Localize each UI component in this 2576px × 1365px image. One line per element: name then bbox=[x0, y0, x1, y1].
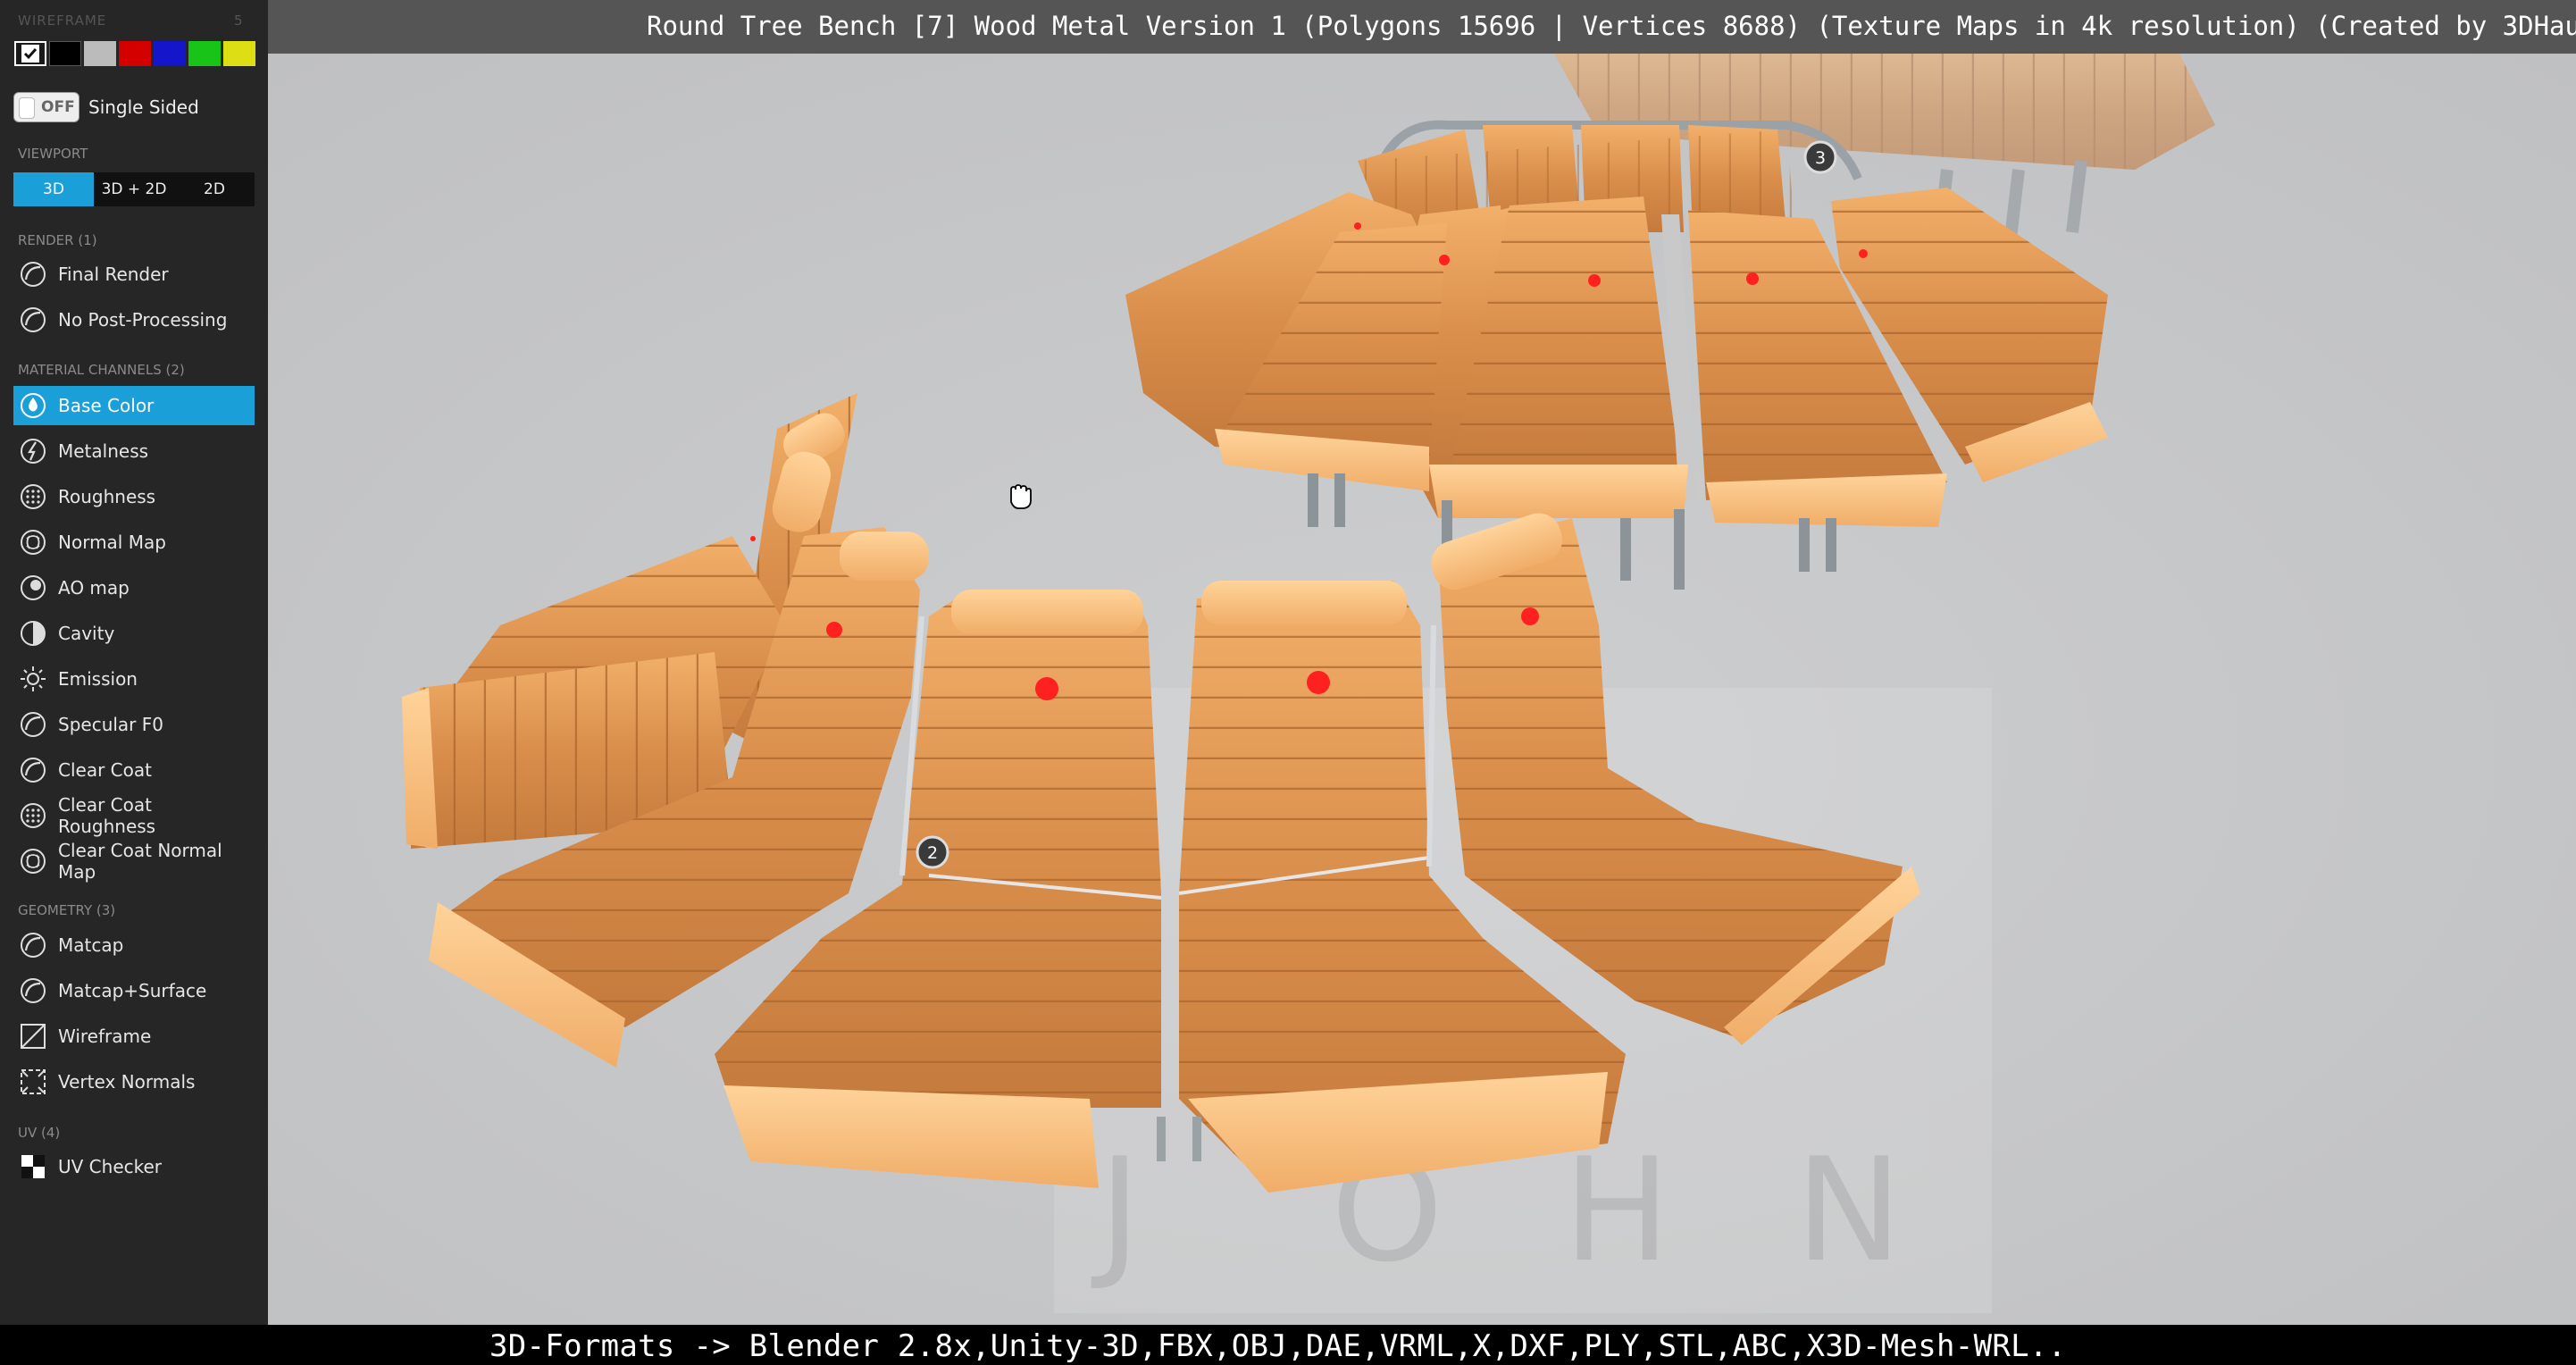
menu-item-label: UV Checker bbox=[58, 1156, 163, 1177]
swatch-blue[interactable] bbox=[154, 41, 186, 66]
hand-cursor-icon bbox=[1010, 484, 1032, 509]
material-section-title: MATERIAL CHANNELS (2) bbox=[18, 362, 185, 378]
viewport-2d-button[interactable]: 2D bbox=[174, 172, 255, 206]
wireframe-value: 5 bbox=[234, 13, 243, 29]
swatch-grey[interactable] bbox=[84, 41, 116, 66]
menu-item-label: Clear Coat bbox=[58, 759, 152, 781]
viewport-switch: 3D 3D + 2D 2D bbox=[13, 172, 255, 206]
viewport-section-title: VIEWPORT bbox=[18, 146, 88, 162]
render-icon bbox=[18, 259, 48, 289]
uv-section-title: UV (4) bbox=[18, 1125, 61, 1141]
geometry-section-title: GEOMETRY (3) bbox=[18, 902, 116, 918]
half-circle-icon bbox=[18, 618, 48, 649]
viewport-3d-button[interactable]: 3D bbox=[13, 172, 94, 206]
title-bar: Round Tree Bench [7] Wood Metal Version … bbox=[268, 0, 2576, 54]
render-icon bbox=[18, 709, 48, 740]
menu-item-label: Matcap+Surface bbox=[58, 980, 207, 1001]
scene-render: J O H N 2 3 bbox=[268, 54, 2576, 1325]
menu-item-wireframe[interactable]: Wireframe bbox=[13, 1017, 255, 1056]
menu-item-metalness[interactable]: Metalness bbox=[13, 431, 255, 471]
checkmark-icon bbox=[21, 45, 39, 63]
render-icon bbox=[18, 755, 48, 785]
normal-icon bbox=[18, 527, 48, 557]
watermark-letter-j: J bbox=[1091, 1126, 1141, 1294]
menu-item-label: Normal Map bbox=[58, 532, 166, 553]
menu-item-label: Emission bbox=[58, 668, 138, 690]
wireframe-label: WIREFRAME bbox=[18, 13, 107, 29]
menu-item-matcap-surface[interactable]: Matcap+Surface bbox=[13, 971, 255, 1010]
single-sided-toggle[interactable]: OFF bbox=[13, 92, 79, 122]
normal-icon bbox=[18, 846, 48, 876]
watermark-letter-h: H bbox=[1563, 1126, 1670, 1294]
menu-item-cavity[interactable]: Cavity bbox=[13, 614, 255, 653]
menu-item-no-post-processing[interactable]: No Post-Processing bbox=[13, 300, 255, 339]
wireframe-color-swatches bbox=[14, 41, 255, 66]
swatch-white[interactable] bbox=[14, 41, 46, 66]
single-sided-label: Single Sided bbox=[88, 96, 199, 118]
annotation-label-3: 3 bbox=[1815, 148, 1826, 168]
menu-item-label: Metalness bbox=[58, 440, 149, 462]
menu-item-normal-map[interactable]: Normal Map bbox=[13, 523, 255, 562]
menu-item-label: Base Color bbox=[58, 395, 155, 416]
vertex-normals-icon bbox=[18, 1067, 48, 1097]
drop-icon bbox=[18, 390, 48, 421]
format-bar: 3D-Formats -> Blender 2.8x,Unity-3D,FBX,… bbox=[0, 1325, 2576, 1365]
swatch-black[interactable] bbox=[49, 41, 81, 66]
ao-icon bbox=[18, 573, 48, 603]
watermark-letter-n: N bbox=[1795, 1126, 1903, 1294]
menu-item-emission[interactable]: Emission bbox=[13, 659, 255, 699]
annotation-marker-2[interactable]: 2 bbox=[916, 835, 949, 869]
3d-viewport[interactable]: J O H N 2 3 bbox=[268, 54, 2576, 1325]
formats-text: 3D-Formats -> Blender 2.8x,Unity-3D,FBX,… bbox=[489, 1328, 2067, 1364]
menu-item-label: AO map bbox=[58, 577, 130, 599]
sidebar: WIREFRAME 5 OFF Single Sided VIEWPORT 3D… bbox=[0, 0, 268, 1365]
single-sided-row: OFF Single Sided bbox=[13, 92, 199, 122]
menu-item-roughness[interactable]: Roughness bbox=[13, 477, 255, 516]
viewport-3d-2d-button[interactable]: 3D + 2D bbox=[94, 172, 174, 206]
dots-icon bbox=[18, 482, 48, 512]
menu-item-clear-coat-normal-map[interactable]: Clear Coat Normal Map bbox=[13, 840, 255, 883]
render-section-title: RENDER (1) bbox=[18, 232, 97, 248]
menu-item-base-color[interactable]: Base Color bbox=[13, 386, 255, 425]
menu-item-final-render[interactable]: Final Render bbox=[13, 255, 255, 294]
menu-item-label: Roughness bbox=[58, 486, 156, 507]
menu-item-label: Matcap bbox=[58, 934, 124, 956]
menu-item-label: No Post-Processing bbox=[58, 309, 228, 331]
toggle-knob bbox=[19, 97, 35, 119]
annotation-label-2: 2 bbox=[927, 843, 938, 863]
annotation-marker-3[interactable]: 3 bbox=[1803, 140, 1837, 174]
menu-item-label: Clear Coat Roughness bbox=[58, 794, 156, 837]
menu-item-label: Specular F0 bbox=[58, 714, 163, 735]
dots-icon bbox=[18, 800, 48, 831]
sun-icon bbox=[18, 664, 48, 694]
menu-item-clear-coat[interactable]: Clear Coat bbox=[13, 750, 255, 790]
menu-item-matcap[interactable]: Matcap bbox=[13, 925, 255, 965]
menu-item-specular-f0[interactable]: Specular F0 bbox=[13, 705, 255, 744]
wireframe-icon bbox=[18, 1021, 48, 1051]
metal-icon bbox=[18, 436, 48, 466]
render-icon bbox=[18, 305, 48, 335]
render-icon bbox=[18, 976, 48, 1006]
toggle-state: OFF bbox=[41, 98, 75, 116]
menu-item-vertex-normals[interactable]: Vertex Normals bbox=[13, 1062, 255, 1101]
swatch-red[interactable] bbox=[119, 41, 151, 66]
checker-icon bbox=[18, 1151, 48, 1182]
menu-item-label: Cavity bbox=[58, 623, 115, 644]
model-title: Round Tree Bench [7] Wood Metal Version … bbox=[647, 11, 2576, 41]
menu-item-label: Vertex Normals bbox=[58, 1071, 196, 1093]
render-icon bbox=[18, 930, 48, 960]
menu-item-uv-checker[interactable]: UV Checker bbox=[13, 1147, 255, 1186]
menu-item-ao-map[interactable]: AO map bbox=[13, 568, 255, 607]
swatch-green[interactable] bbox=[188, 41, 221, 66]
menu-item-clear-coat-roughness[interactable]: Clear Coat Roughness bbox=[13, 794, 255, 837]
swatch-yellow[interactable] bbox=[223, 41, 255, 66]
menu-item-label: Clear Coat Normal Map bbox=[58, 840, 222, 883]
menu-item-label: Final Render bbox=[58, 264, 169, 285]
menu-item-label: Wireframe bbox=[58, 1026, 152, 1047]
